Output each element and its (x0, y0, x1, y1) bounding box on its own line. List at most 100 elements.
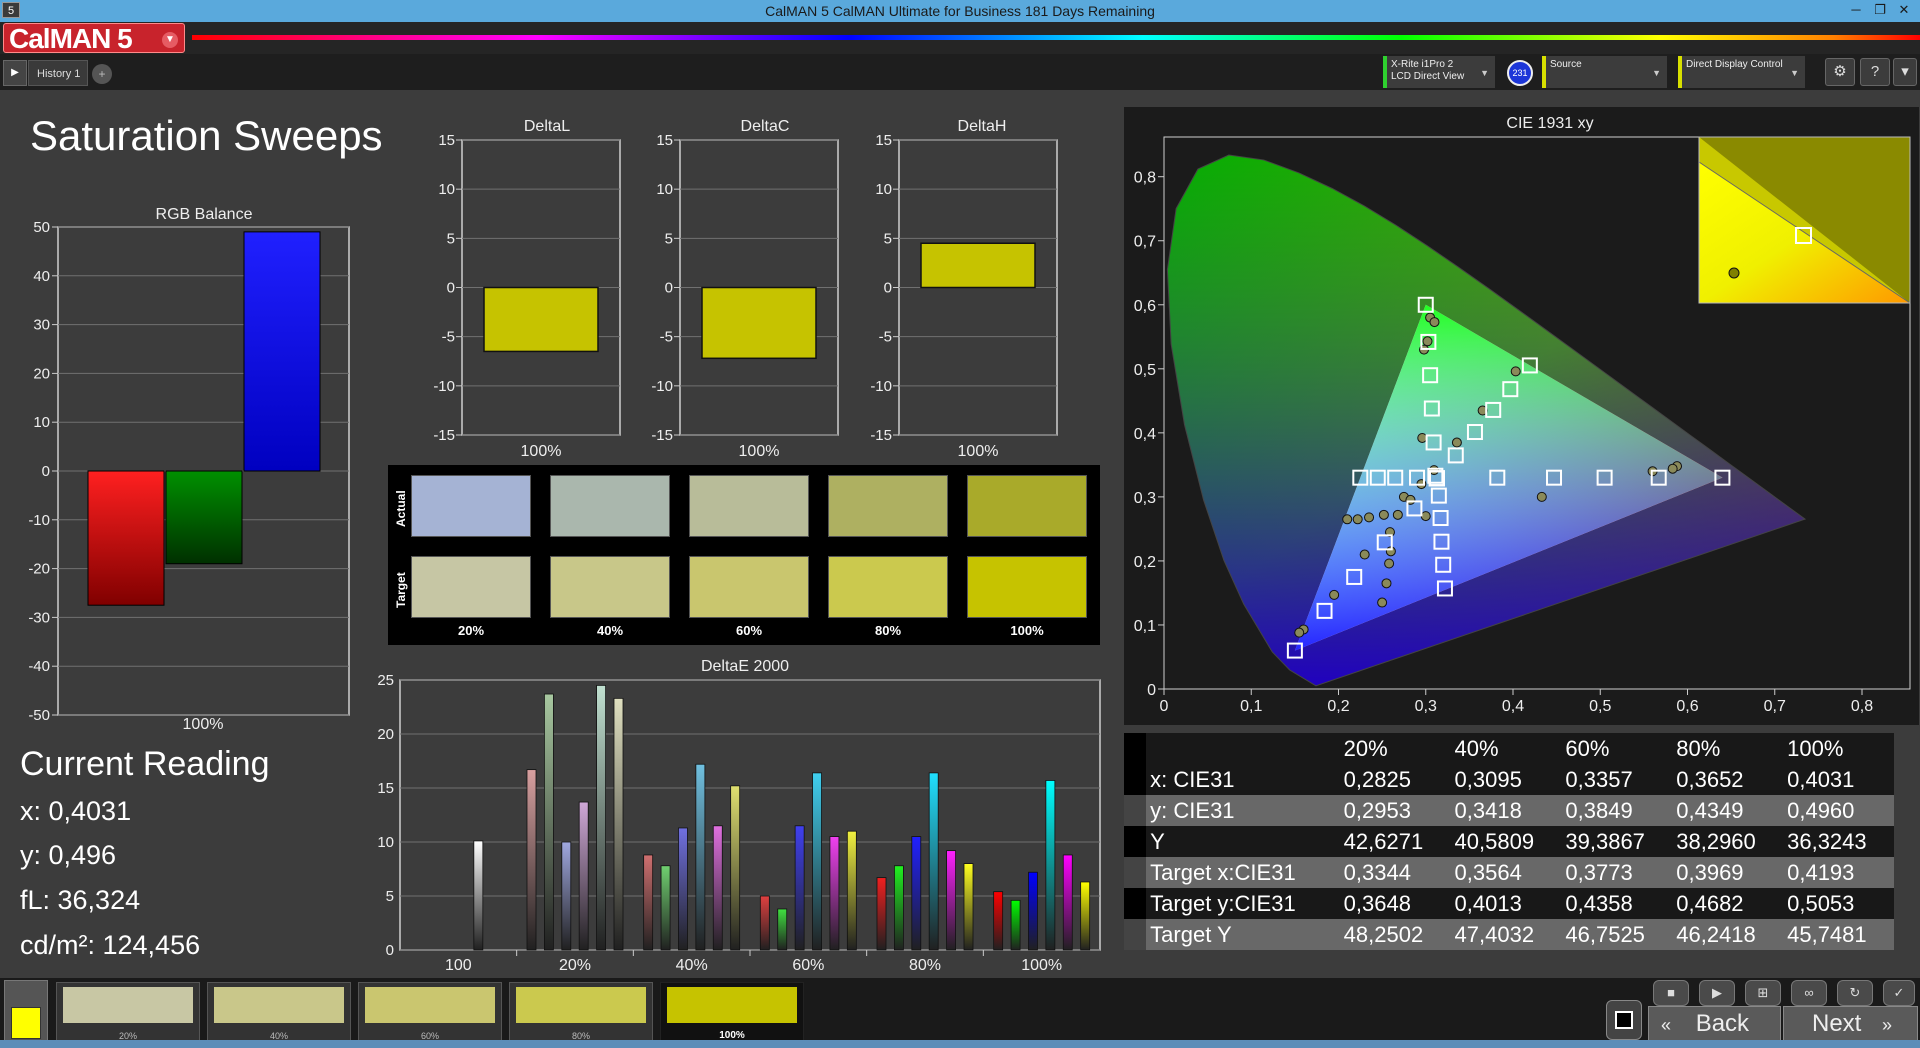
x-tick-label: 0,5 (1589, 698, 1611, 715)
stop-icon[interactable]: ■ (1653, 980, 1689, 1006)
workflow-step-swatch[interactable]: 100% (660, 982, 804, 1044)
y-tick-label: 10 (875, 181, 892, 198)
x-tick-label: 40% (676, 957, 708, 974)
table-cell: 0,4358 (1561, 888, 1673, 919)
meter-badge[interactable]: 231 (1507, 60, 1533, 86)
chevron-down-icon: ▼ (162, 32, 178, 48)
deltae-bar (777, 908, 788, 951)
refresh-icon[interactable]: ↻ (1837, 980, 1873, 1006)
help-icon[interactable]: ? (1860, 58, 1890, 86)
row-label: Y (1146, 826, 1340, 857)
chevron-down-icon: ▼ (1652, 68, 1661, 78)
y-tick-label: -20 (28, 561, 50, 578)
meter-mode: LCD Direct View (1391, 71, 1465, 82)
settings-gear-icon[interactable]: ⚙ (1825, 58, 1855, 86)
deltae-bar (730, 785, 741, 951)
swatch-label: 80% (874, 623, 902, 638)
restore-icon[interactable]: ❐ (1868, 1, 1892, 19)
y-tick-label: 40 (33, 268, 50, 285)
loop-icon[interactable]: ∞ (1791, 980, 1827, 1006)
table-row: y: CIE31 0,2953 0,3418 0,3849 0,4349 0,4960 (1124, 795, 1894, 826)
step-color (667, 987, 797, 1023)
red-balance-bar (87, 470, 165, 606)
table-cell: 0,3357 (1561, 764, 1673, 795)
table-cell: 0,3969 (1672, 857, 1784, 888)
actual-swatch (550, 475, 670, 537)
data-table: 20% 40% 60% 80% 100% x: CIE31 0,2825 0,3095 0,33… (1124, 733, 1894, 957)
step-color (365, 987, 495, 1023)
y-tick-label: 15 (875, 132, 892, 149)
target-row-label: Target (394, 572, 408, 608)
x-tick-label: 0,1 (1240, 698, 1262, 715)
workflow-step-swatch[interactable]: 80% (509, 982, 653, 1044)
table-cell: 0,2825 (1339, 764, 1451, 795)
source-selector[interactable]: Source ▼ (1542, 56, 1667, 88)
x-tick-label: 0,3 (1415, 698, 1437, 715)
app-menu-button[interactable]: CalMAN 5 ▼ (3, 23, 185, 54)
record-icon[interactable]: ⊞ (1745, 980, 1781, 1006)
deltae-bar (543, 693, 554, 951)
x-tick-label: 100 (445, 957, 472, 974)
close-icon[interactable]: ✕ (1892, 1, 1916, 19)
play-icon[interactable]: ▶ (1699, 980, 1735, 1006)
actual-row-label: Actual (394, 490, 408, 527)
table-cell: 0,2953 (1339, 795, 1451, 826)
table-cell: 0,3648 (1339, 888, 1451, 919)
swatch-label: 20% (457, 623, 485, 638)
display-selector[interactable]: Direct Display Control ▼ (1678, 56, 1805, 88)
deltae-chart: 25 20 15 10 5 0 100 20% 40% 60% 80% 100% (377, 674, 1101, 974)
deltae-bar (678, 827, 688, 951)
workflow-swatch-icon[interactable] (4, 980, 48, 1046)
y-tick-label: -15 (651, 427, 673, 444)
reading-y: y: 0,496 (20, 840, 117, 870)
row-marker (1124, 826, 1147, 857)
deltae-bar (759, 895, 770, 951)
table-cell: 0,4349 (1672, 795, 1784, 826)
workflow-step-swatch[interactable]: 40% (207, 982, 351, 1044)
app-icon[interactable]: 5 (2, 2, 20, 18)
deltac-bar (701, 286, 817, 360)
chevron-down-icon: ▼ (1790, 68, 1799, 78)
x-tick-label: 0,8 (1851, 698, 1873, 715)
deltae-bar (794, 825, 805, 951)
add-tab-icon[interactable]: + (92, 64, 112, 84)
deltae-bar (1045, 780, 1056, 951)
x-tick-label: 0,2 (1327, 698, 1349, 715)
stop-button[interactable] (1606, 1000, 1642, 1040)
play-icon[interactable]: ▶ (3, 60, 27, 86)
next-label: Next (1812, 1010, 1862, 1037)
deltae-bar (829, 836, 840, 951)
x-tick-label: 100% (1021, 957, 1062, 974)
y-tick-label: -15 (870, 427, 892, 444)
actual-swatch (828, 475, 948, 537)
deltae-bar (613, 697, 624, 951)
actual-point-marker (1378, 509, 1389, 520)
back-arrow-icon: « (1661, 1015, 1672, 1035)
minimize-icon[interactable]: ─ (1844, 1, 1868, 19)
deltae-bar (928, 772, 939, 951)
table-corner (1124, 733, 1147, 764)
x-tick-label: 60% (792, 957, 824, 974)
workflow-step-swatch[interactable]: 20% (56, 982, 200, 1044)
window-titlebar: CalMAN 5 CalMAN Ultimate for Business 18… (0, 0, 1920, 22)
next-button[interactable]: Next » (1783, 1006, 1918, 1042)
back-button[interactable]: « Back (1648, 1006, 1781, 1042)
meter-name: X-Rite i1Pro 2 (1391, 59, 1454, 70)
deltae-bar (894, 865, 904, 951)
chevron-down-icon[interactable]: ▾ (1893, 58, 1917, 86)
actual-point-marker (1429, 317, 1440, 328)
deltae-bar (643, 854, 654, 951)
y-tick-label: -10 (433, 378, 455, 395)
app-logo: CalMAN 5 (9, 23, 133, 54)
meter-selector[interactable]: X-Rite i1Pro 2 LCD Direct View ▼ (1383, 56, 1495, 88)
swatch-label: 40% (596, 623, 624, 638)
column-header: 20% (1339, 733, 1451, 764)
chevron-down-icon[interactable]: ✓ (1883, 980, 1915, 1006)
table-row: x: CIE31 0,2825 0,3095 0,3357 0,3652 0,4031 (1124, 764, 1894, 795)
taskbar (0, 1040, 1920, 1048)
tab-history-1[interactable]: History 1 (28, 60, 88, 86)
workflow-step-swatch[interactable]: 60% (358, 982, 502, 1044)
row-marker (1124, 857, 1147, 888)
column-header: 40% (1450, 733, 1562, 764)
actual-point-marker (1422, 336, 1433, 347)
